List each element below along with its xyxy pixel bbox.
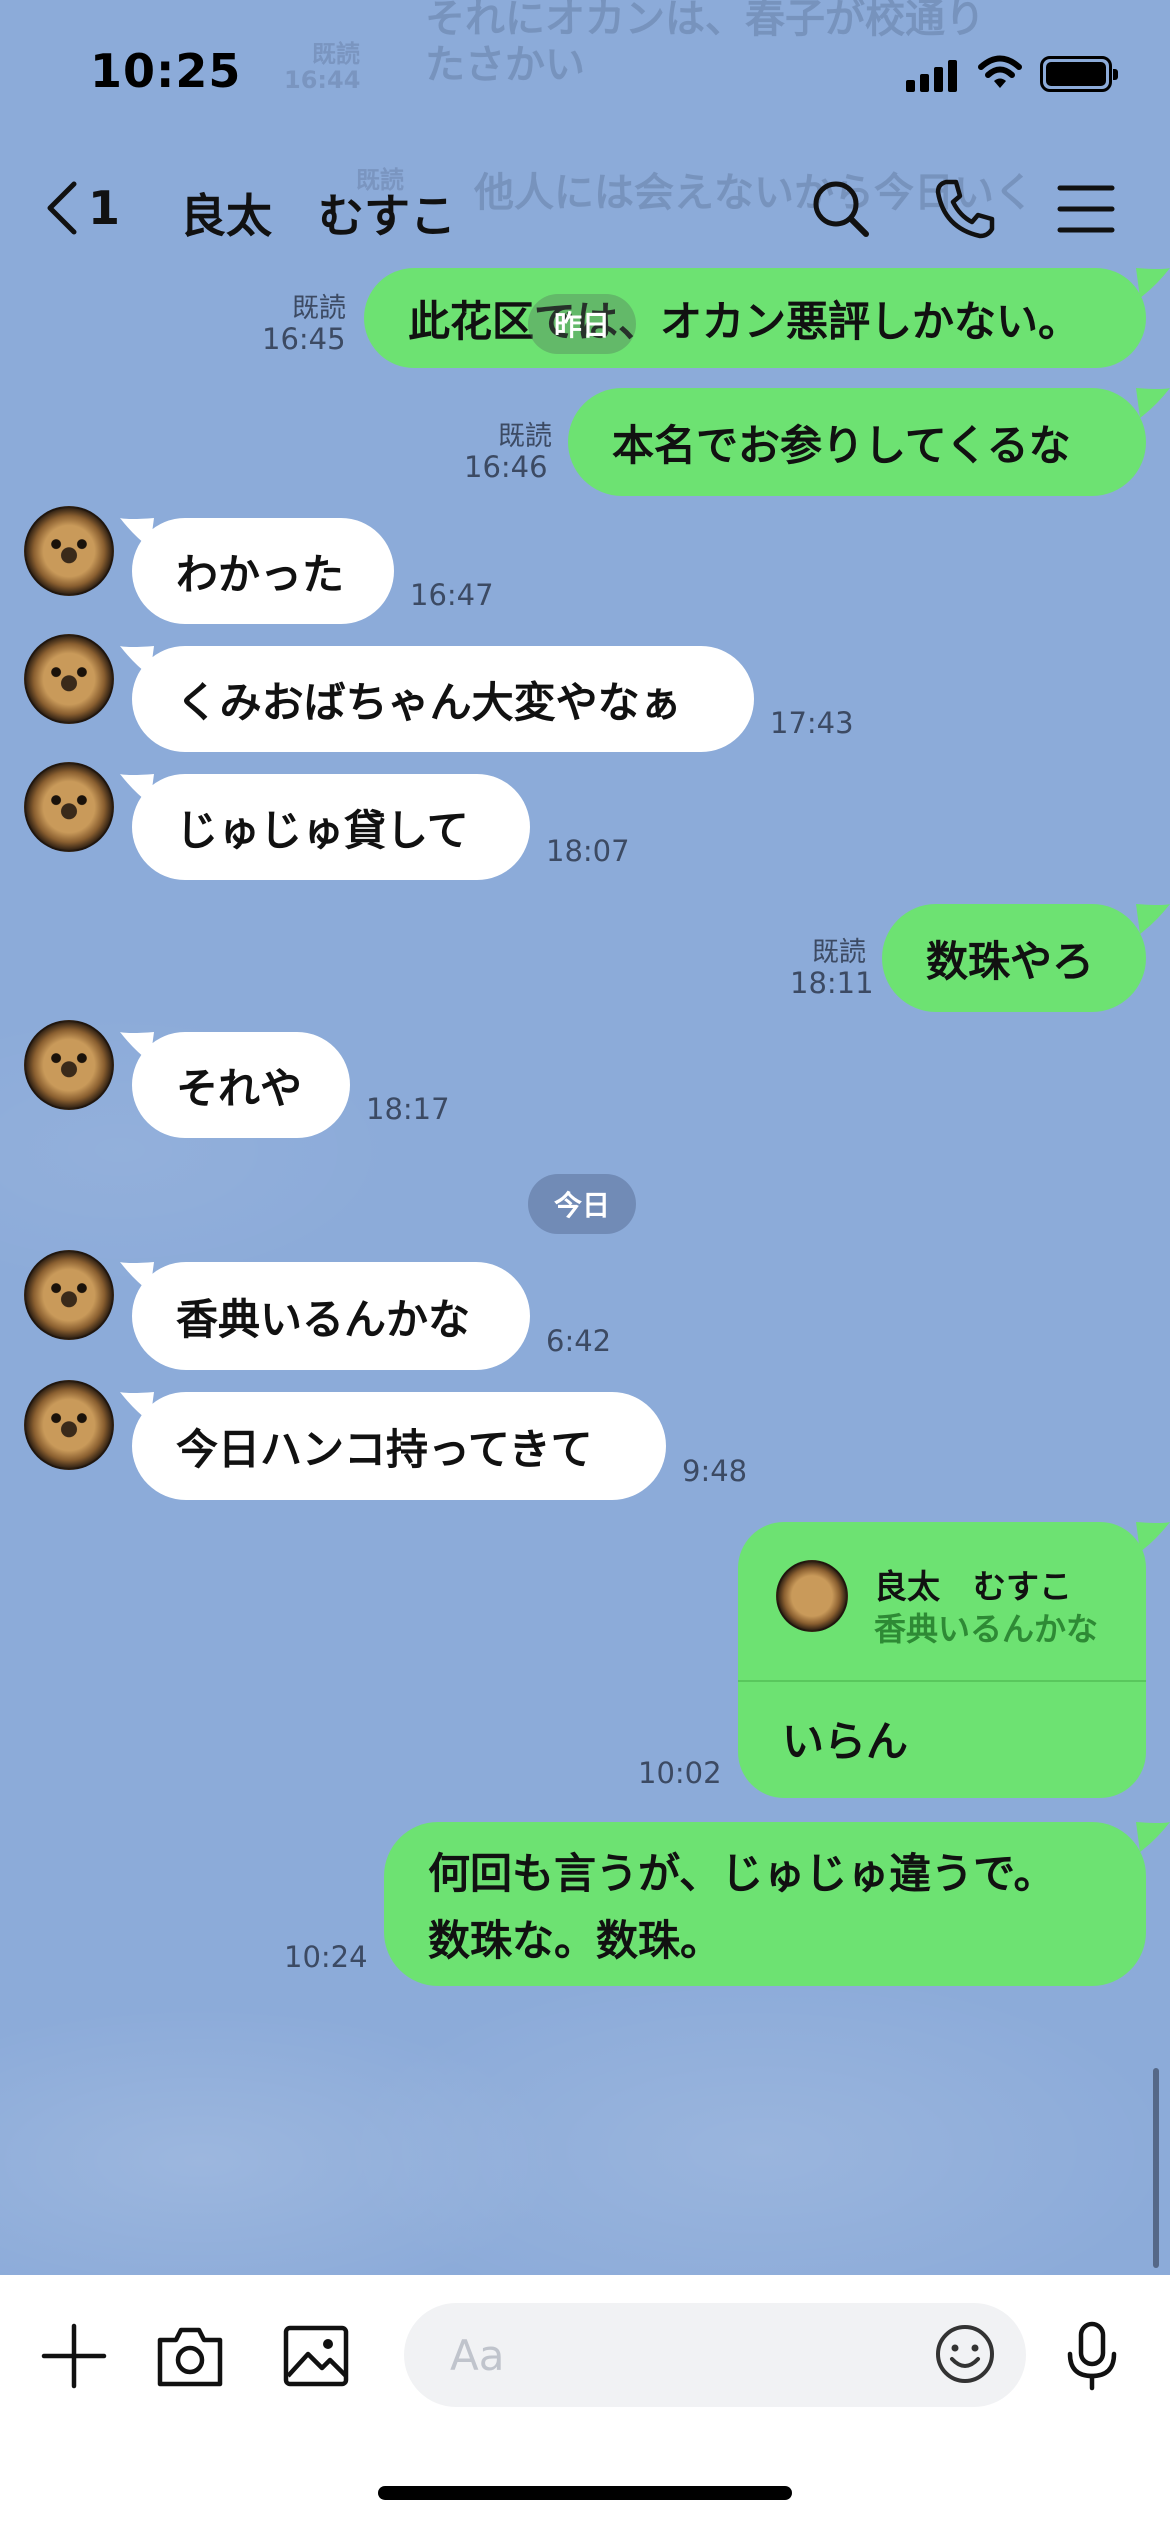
message-bubble-incoming[interactable]: じゅじゅ貸して: [132, 774, 530, 880]
camera-icon[interactable]: [154, 2320, 226, 2392]
bubble-tail: [1136, 268, 1170, 298]
bubble-tail: [1136, 388, 1170, 418]
status-bar: 10:25: [0, 0, 1170, 150]
back-button[interactable]: 1: [42, 178, 120, 238]
unread-count: 1: [88, 181, 121, 235]
message-bubble-incoming[interactable]: くみおばちゃん大変やなぁ: [132, 646, 754, 752]
message-time: 16:45: [262, 322, 346, 356]
menu-icon[interactable]: [1052, 174, 1122, 244]
bubble-tail: [1136, 904, 1170, 934]
message-bubble-incoming[interactable]: 今日ハンコ持ってきて: [132, 1392, 666, 1500]
avatar[interactable]: [24, 634, 114, 724]
message-bubble-outgoing[interactable]: 此花区では、オカン悪評しかない。: [364, 268, 1146, 368]
bubble-tail: [1136, 1522, 1170, 1552]
date-chip-today: 今日: [528, 1174, 637, 1234]
status-time: 10:25: [90, 44, 242, 98]
message-time: 18:17: [366, 1092, 450, 1126]
date-chip-yesterday: 昨日: [528, 294, 637, 354]
chevron-left-icon: [47, 181, 77, 235]
home-indicator[interactable]: [378, 2486, 792, 2500]
message-bubble-incoming[interactable]: それや: [132, 1032, 350, 1138]
message-bubble-outgoing[interactable]: 本名でお参りしてくるな: [568, 388, 1146, 496]
message-time: 16:47: [410, 578, 494, 612]
quoted-avatar: [776, 1560, 848, 1632]
phone-icon[interactable]: [930, 174, 1000, 244]
read-receipt: 既読: [498, 421, 552, 452]
message-bubble-outgoing[interactable]: 何回も言うが、じゅじゅ違うで。 数珠な。数珠。: [384, 1822, 1146, 1986]
message-line: 数珠な。数珠。: [428, 1916, 723, 1965]
microphone-icon[interactable]: [1056, 2320, 1128, 2392]
message-bubble-incoming[interactable]: わかった: [132, 518, 394, 624]
message-time: 16:46: [464, 450, 548, 484]
read-receipt: 既読: [292, 293, 346, 324]
message-bubble-reply[interactable]: 良太 むすこ 香典いるんかな いらん: [738, 1522, 1146, 1798]
quoted-message[interactable]: 良太 むすこ 香典いるんかな: [738, 1522, 1146, 1682]
message-time: 18:11: [790, 966, 874, 1000]
wifi-icon: [978, 55, 1022, 88]
message-bubble-outgoing[interactable]: 数珠やろ: [882, 904, 1146, 1012]
message-time: 18:07: [546, 834, 630, 868]
plus-icon[interactable]: [38, 2320, 110, 2392]
chat-header: 1 良太 むすこ: [0, 160, 1170, 260]
message-time: 10:24: [284, 1940, 368, 1974]
avatar[interactable]: [24, 1250, 114, 1340]
search-icon[interactable]: [806, 174, 876, 244]
message-input-placeholder: Aa: [450, 2331, 505, 2380]
reply-text: いらん: [782, 1717, 909, 1766]
battery-icon: [1040, 56, 1118, 92]
avatar[interactable]: [24, 1380, 114, 1470]
scrollbar[interactable]: [1153, 2068, 1159, 2268]
signal-icon: [906, 58, 958, 92]
message-bubble-incoming[interactable]: 香典いるんかな: [132, 1262, 530, 1370]
message-time: 10:02: [638, 1756, 722, 1790]
image-icon[interactable]: [280, 2320, 352, 2392]
message-time: 9:48: [682, 1454, 748, 1488]
quoted-sender-name: 良太 むすこ: [874, 1567, 1072, 1606]
quoted-text: 香典いるんかな: [874, 1610, 1099, 1648]
chat-title: 良太 むすこ: [180, 189, 456, 243]
avatar[interactable]: [24, 762, 114, 852]
message-line: 何回も言うが、じゅじゅ違うで。: [428, 1849, 1056, 1898]
avatar[interactable]: [24, 506, 114, 596]
message-time: 6:42: [546, 1324, 612, 1358]
read-receipt: 既読: [812, 937, 866, 968]
message-input[interactable]: Aa: [404, 2303, 1026, 2407]
bubble-tail: [1136, 1822, 1170, 1852]
message-time: 17:43: [770, 706, 854, 740]
avatar[interactable]: [24, 1020, 114, 1110]
emoji-icon[interactable]: [932, 2321, 998, 2387]
